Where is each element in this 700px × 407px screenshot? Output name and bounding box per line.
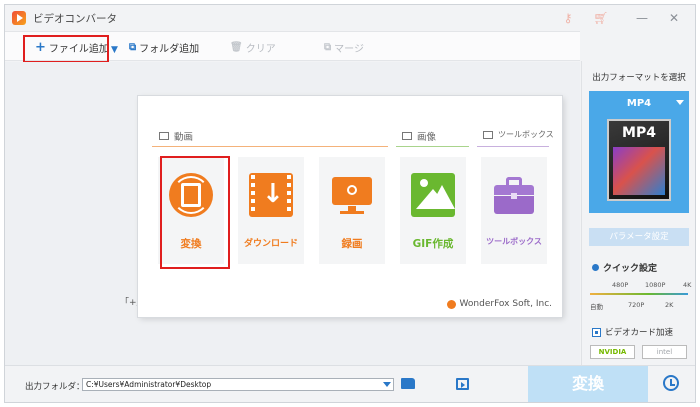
cart-icon[interactable]: 🛒︎: [591, 9, 611, 27]
tile-gif[interactable]: GIF作成: [400, 157, 466, 264]
output-folder-label: 出力フォルダ：: [25, 382, 85, 392]
section-video: 動画: [159, 129, 193, 143]
quality-label-4k: 4K: [683, 281, 692, 289]
alarm-clock-icon[interactable]: [663, 375, 679, 391]
tile-download-label: ダウンロード: [243, 239, 298, 249]
toolbox-small-icon: [483, 130, 493, 139]
merge-button[interactable]: ⧉ マージ: [324, 39, 364, 55]
tile-gif-label: GIF作成: [412, 238, 454, 250]
trash-icon: 🗑︎: [230, 41, 243, 53]
minimize-button[interactable]: —: [632, 9, 652, 27]
section-video-label: 動画: [174, 132, 194, 143]
add-file-highlight: [23, 35, 109, 63]
close-button[interactable]: ✕: [664, 9, 684, 27]
clear-button[interactable]: 🗑︎ クリア: [230, 39, 276, 55]
film-icon: [159, 132, 169, 140]
tile-record-label: 録画: [341, 238, 363, 250]
output-folder-path: C:¥Users¥Administrator¥Desktop: [86, 380, 212, 389]
brand-credit: WonderFox Soft, Inc.: [446, 299, 552, 309]
quick-setting-label: クイック設定: [603, 264, 658, 274]
tile-download[interactable]: ↓ ダウンロード: [238, 157, 304, 264]
format-thumbnail: MP4: [607, 119, 671, 201]
image-icon: [402, 132, 412, 140]
caret-down-icon: [676, 100, 684, 105]
open-output-folder-icon[interactable]: [456, 378, 469, 390]
quality-label-720p: 720P: [628, 301, 645, 309]
add-folder-button[interactable]: ⧉ フォルダ追加: [129, 39, 199, 55]
quality-slider[interactable]: [590, 293, 688, 295]
brand-text: WonderFox Soft, Inc.: [459, 299, 552, 309]
quality-label-auto: 自動: [590, 303, 603, 311]
clear-label: クリア: [245, 43, 276, 55]
gpu-acceleration-label: ビデオカード加速: [605, 328, 674, 338]
tile-toolbox[interactable]: ツールボックス: [481, 157, 547, 264]
format-thumbnail-text: MP4: [622, 125, 656, 141]
download-icon: ↓: [249, 173, 293, 217]
browse-folder-icon[interactable]: [401, 378, 415, 389]
section-toolbox-label: ツールボックス: [498, 130, 554, 139]
app-logo-icon: [12, 11, 26, 25]
gpu-checkbox[interactable]: [592, 327, 601, 337]
add-folder-label: フォルダ追加: [139, 43, 200, 55]
key-icon[interactable]: ⚷: [558, 9, 578, 27]
merge-label: マージ: [334, 43, 364, 55]
quality-label-480p: 480P: [612, 281, 629, 289]
output-folder-field[interactable]: C:¥Users¥Administrator¥Desktop: [82, 378, 394, 391]
section-toolbox: ツールボックス: [483, 129, 554, 140]
intel-badge: intel: [642, 345, 687, 359]
dropdown-arrow-icon[interactable]: [383, 382, 391, 387]
toolbox-icon: [492, 173, 536, 217]
app-title: ビデオコンバータ: [33, 13, 117, 25]
folder-plus-icon: ⧉: [129, 41, 137, 53]
gpu-acceleration[interactable]: ビデオカード加速: [592, 326, 673, 338]
quick-setting-icon: [592, 264, 599, 271]
section-image-divider: [396, 146, 469, 147]
wonderfox-logo-icon: [446, 299, 456, 309]
output-format-selector[interactable]: MP4 MP4: [589, 91, 689, 213]
bottom-bar: 出力フォルダ： C:¥Users¥Administrator¥Desktop 変…: [5, 365, 695, 402]
parameter-settings-button[interactable]: パラメータ設定: [589, 228, 689, 246]
convert-tile-highlight: [160, 156, 230, 269]
title-bar: ビデオコンバータ ⚷ 🛒︎ — ✕: [5, 5, 695, 31]
gif-image-icon: [411, 173, 455, 217]
merge-icon: ⧉: [324, 41, 332, 53]
app-window: ビデオコンバータ ⚷ 🛒︎ — ✕ + ファイル追加 ▼ ⧉ フォルダ追加 🗑︎…: [4, 4, 696, 403]
section-video-divider: [152, 146, 388, 147]
output-format-name: MP4: [626, 98, 652, 109]
tile-record[interactable]: 録画: [319, 157, 385, 264]
convert-button[interactable]: 変換: [528, 366, 648, 402]
section-image: 画像: [402, 129, 436, 143]
nvidia-badge: NVIDIA: [590, 345, 635, 359]
section-toolbox-divider: [477, 146, 549, 147]
tile-toolbox-label: ツールボックス: [486, 237, 542, 246]
quality-label-2k: 2K: [665, 301, 674, 309]
quality-label-1080p: 1080P: [645, 281, 666, 289]
output-format-title: 出力フォーマットを選択: [592, 73, 686, 83]
quick-setting: クイック設定: [592, 261, 657, 274]
output-format-panel: 出力フォーマットを選択 MP4 MP4 パラメータ設定 クイック設定 480P …: [581, 61, 695, 365]
screen-record-icon: [330, 173, 374, 217]
add-file-dropdown[interactable]: ▼: [111, 42, 118, 58]
section-image-label: 画像: [417, 132, 437, 143]
